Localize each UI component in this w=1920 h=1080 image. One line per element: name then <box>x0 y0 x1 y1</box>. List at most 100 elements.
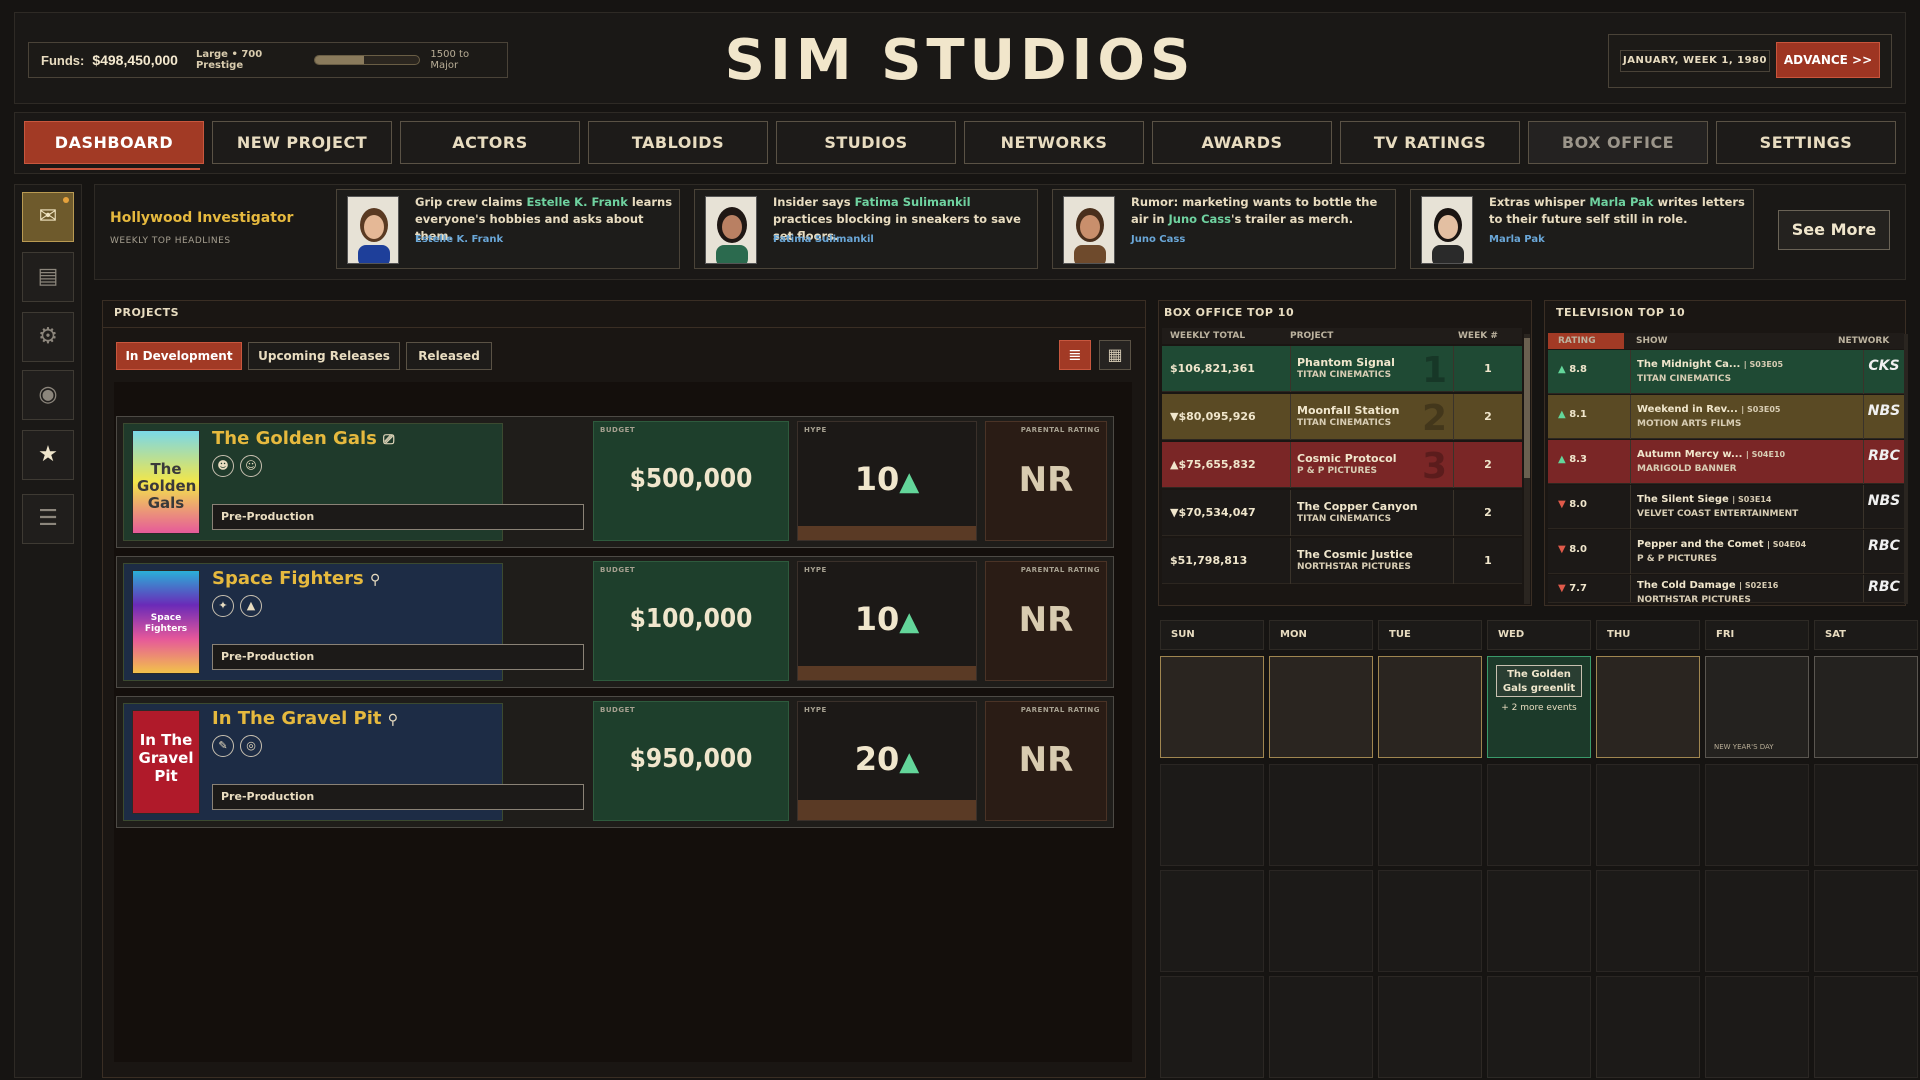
tab-networks[interactable]: NETWORKS <box>964 121 1144 164</box>
project-row[interactable]: In The Gravel Pit In The Gravel Pit ⚲ ✎ ◎… <box>116 696 1114 828</box>
calendar-day[interactable] <box>1705 870 1809 972</box>
hype-box: HYPE 10▲ <box>797 561 977 681</box>
tv-row[interactable]: ▼ 8.0 Pepper and the Comet | S04E04 P & P… <box>1548 530 1904 574</box>
tab-awards[interactable]: AWARDS <box>1152 121 1332 164</box>
project-row[interactable]: The Golden Gals The Golden Gals ⎚ ☻ ☺ Pre… <box>116 416 1114 548</box>
budget-box: BUDGET $500,000 <box>593 421 789 541</box>
tab-actors[interactable]: ACTORS <box>400 121 580 164</box>
project-info: The Golden Gals The Golden Gals ⎚ ☻ ☺ Pre… <box>123 423 584 541</box>
calendar-day[interactable]: NEW YEAR'S DAY <box>1705 656 1809 758</box>
news-actor-name[interactable]: Estelle K. Frank <box>415 234 503 245</box>
project-name: Space Fighters ⚲ <box>212 568 381 589</box>
calendar-day[interactable] <box>1160 764 1264 866</box>
tv-row[interactable]: ▼ 8.0 The Silent Siege | S03E14 VELVET CO… <box>1548 485 1904 529</box>
calendar-day[interactable] <box>1378 870 1482 972</box>
clipboard-icon[interactable]: ▤ <box>22 252 74 302</box>
tab-in-development[interactable]: In Development <box>116 342 242 370</box>
box-office-row[interactable]: $106,821,361 Phantom Signal TITAN CINEMAT… <box>1162 346 1522 392</box>
box-office-row[interactable]: $51,798,813 The Cosmic Justice NORTHSTAR … <box>1162 538 1522 584</box>
news-subtitle: WEEKLY TOP HEADLINES <box>110 236 231 246</box>
calendar-day[interactable] <box>1596 976 1700 1078</box>
calendar-day[interactable] <box>1269 764 1373 866</box>
tab-tv-ratings[interactable]: TV RATINGS <box>1340 121 1520 164</box>
hype-box: HYPE 10▲ <box>797 421 977 541</box>
calendar-day[interactable] <box>1596 656 1700 758</box>
calendar-day[interactable] <box>1269 976 1373 1078</box>
prestige-progress-bar <box>314 55 421 65</box>
game-title: SIM STUDIOS <box>724 28 1196 93</box>
calendar-day[interactable] <box>1487 764 1591 866</box>
calendar-day-today[interactable]: The Golden Gals greenlit + 2 more events <box>1487 656 1591 758</box>
box-office-row[interactable]: ▼$80,095,926 Moonfall Station TITAN CINEM… <box>1162 394 1522 440</box>
tab-settings[interactable]: SETTINGS <box>1716 121 1896 164</box>
tv-columns: RATING SHOW NETWORK <box>1548 333 1904 349</box>
tab-dashboard[interactable]: DASHBOARD <box>24 121 204 164</box>
network-logo: RBC <box>1868 579 1900 595</box>
project-name: The Golden Gals ⎚ <box>212 428 395 449</box>
calendar-day[interactable] <box>1378 656 1482 758</box>
tab-studios[interactable]: STUDIOS <box>776 121 956 164</box>
mail-icon[interactable]: ✉ <box>22 192 74 242</box>
film-camera-icon[interactable]: ⚙ <box>22 312 74 362</box>
news-card[interactable]: Extras whisper Marla Pak writes letters … <box>1410 189 1754 269</box>
box-office-row[interactable]: ▲$75,655,832 Cosmic Protocol P & P PICTUR… <box>1162 442 1522 488</box>
calendar-day[interactable] <box>1814 870 1918 972</box>
see-more-button[interactable]: See More <box>1778 210 1890 250</box>
calendar-day[interactable] <box>1269 870 1373 972</box>
news-actor-name[interactable]: Fatima Sulimankil <box>773 234 874 245</box>
film-icon: ⚲ <box>370 572 381 588</box>
project-row[interactable]: Space Fighters Space Fighters ⚲ ✦ ▲ Pre-P… <box>116 556 1114 688</box>
tab-new-project[interactable]: NEW PROJECT <box>212 121 392 164</box>
project-poster: Space Fighters <box>132 570 200 674</box>
news-card[interactable]: Insider says Fatima Sulimankil practices… <box>694 189 1038 269</box>
tab-box-office[interactable]: BOX OFFICE <box>1528 121 1708 164</box>
news-actor-name[interactable]: Marla Pak <box>1489 234 1545 245</box>
calendar-day[interactable] <box>1705 764 1809 866</box>
tv-row[interactable]: ▲ 8.8 The Midnight Ca... | S03E05 TITAN C… <box>1548 350 1904 394</box>
hype-bar <box>798 526 976 540</box>
news-actor-name[interactable]: Juno Cass <box>1131 234 1185 245</box>
calendar-day[interactable] <box>1269 656 1373 758</box>
day-header: SUN <box>1160 620 1264 650</box>
film-icon: ⚲ <box>387 712 399 728</box>
calendar-day[interactable] <box>1378 764 1482 866</box>
grid-view-icon[interactable]: ▦ <box>1099 340 1131 370</box>
news-card[interactable]: Grip crew claims Estelle K. Frank learns… <box>336 189 680 269</box>
notification-dot <box>63 197 69 203</box>
box-office-row[interactable]: ▼$70,534,047 The Copper Canyon TITAN CINE… <box>1162 490 1522 536</box>
tv-row[interactable]: ▼ 7.7 The Cold Damage | S02E16 NORTHSTAR … <box>1548 575 1904 603</box>
calendar-day[interactable] <box>1705 976 1809 1078</box>
tv-row[interactable]: ▲ 8.3 Autumn Mercy w... | S04E10 MARIGOLD… <box>1548 440 1904 484</box>
actor-portrait <box>1421 196 1473 264</box>
tab-upcoming-releases[interactable]: Upcoming Releases <box>248 342 400 370</box>
more-events[interactable]: + 2 more events <box>1488 703 1590 713</box>
advance-button[interactable]: ADVANCE >> <box>1776 42 1880 78</box>
calendar-day[interactable] <box>1378 976 1482 1078</box>
parental-rating-value: NR <box>1018 460 1074 500</box>
calendar-day[interactable] <box>1487 870 1591 972</box>
calendar-day[interactable] <box>1814 656 1918 758</box>
tab-tabloids[interactable]: TABLOIDS <box>588 121 768 164</box>
tv-scrollbar[interactable] <box>1904 334 1908 604</box>
news-card[interactable]: Rumor: marketing wants to bottle the air… <box>1052 189 1396 269</box>
network-logo: RBC <box>1868 448 1900 464</box>
actor-portrait <box>705 196 757 264</box>
director-icon[interactable]: ◉ <box>22 370 74 420</box>
calendar-day[interactable] <box>1596 870 1700 972</box>
box-office-scrollbar[interactable] <box>1524 334 1530 604</box>
prestige-next: 1500 to Major <box>430 49 470 71</box>
day-header: THU <box>1596 620 1700 650</box>
calendar-day[interactable] <box>1814 764 1918 866</box>
calendar-day[interactable] <box>1160 976 1264 1078</box>
tab-released[interactable]: Released <box>406 342 492 370</box>
list-view-icon[interactable]: ≣ <box>1059 340 1091 370</box>
star-icon[interactable]: ★ <box>22 430 74 480</box>
calendar-day[interactable] <box>1814 976 1918 1078</box>
scroll-icon[interactable]: ☰ <box>22 494 74 544</box>
calendar-day[interactable] <box>1160 656 1264 758</box>
calendar-day[interactable] <box>1160 870 1264 972</box>
calendar-event[interactable]: The Golden Gals greenlit <box>1496 665 1582 697</box>
tv-row[interactable]: ▲ 8.1 Weekend in Rev... | S03E05 MOTION A… <box>1548 395 1904 439</box>
calendar-day[interactable] <box>1596 764 1700 866</box>
calendar-day[interactable] <box>1487 976 1591 1078</box>
